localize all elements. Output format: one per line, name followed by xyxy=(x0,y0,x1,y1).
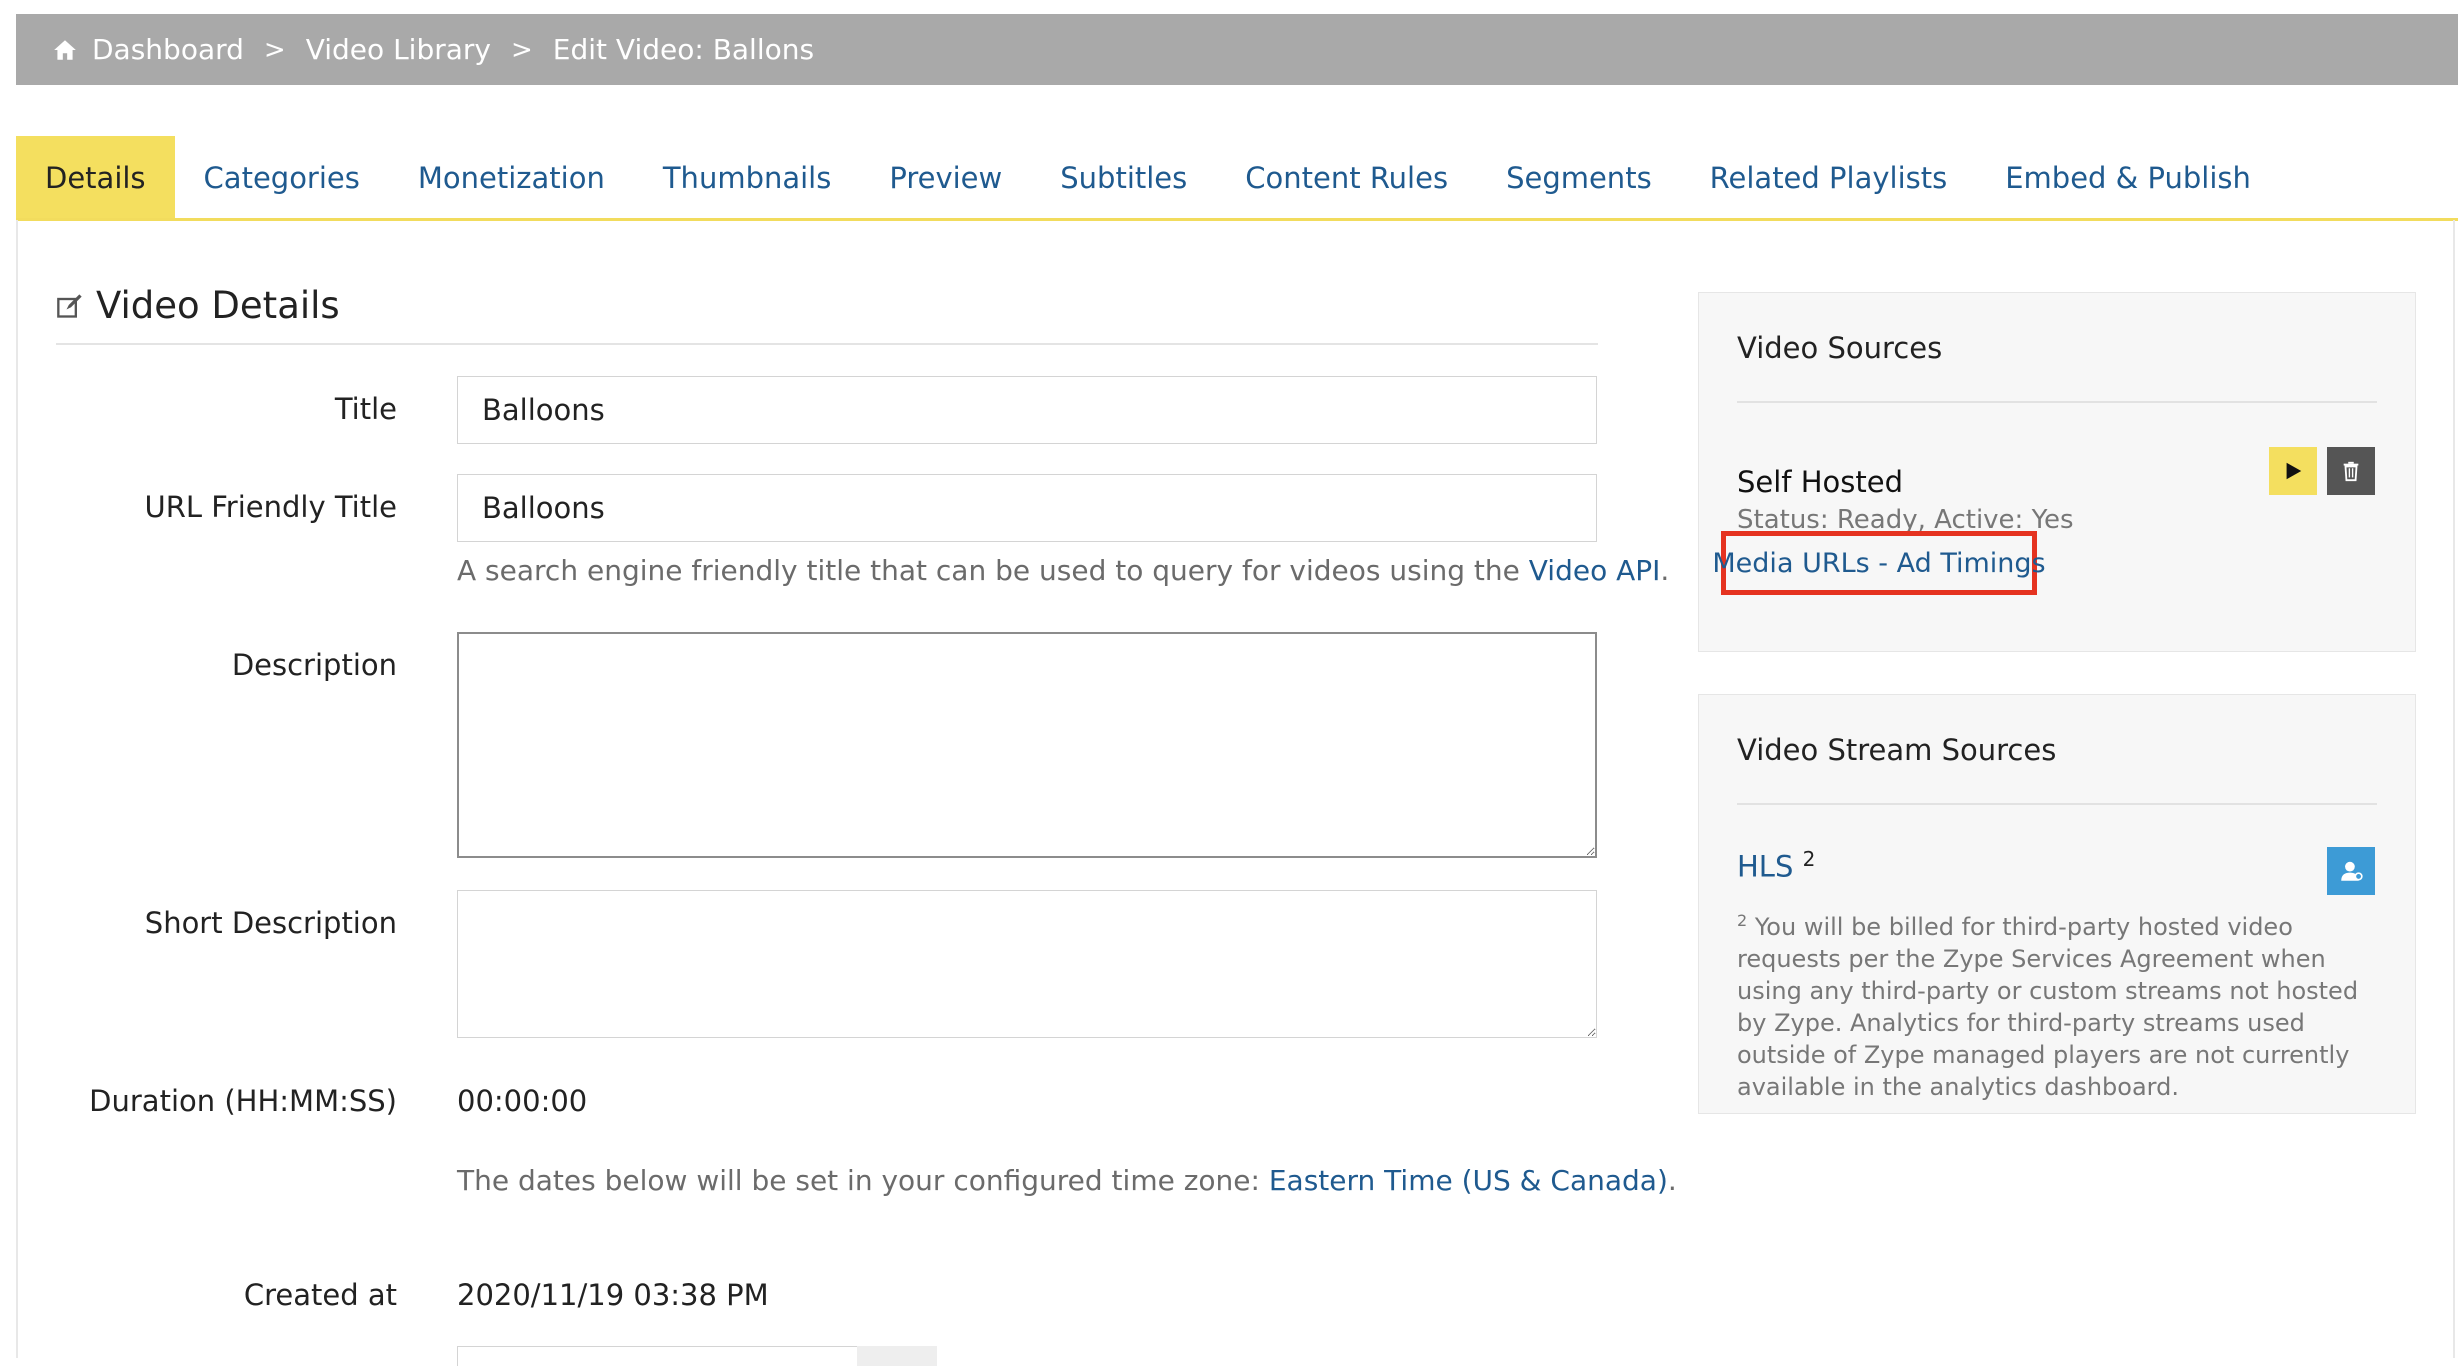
hls-footnote-marker: 2 xyxy=(1802,847,1816,871)
section-title: Video Details xyxy=(56,284,340,327)
video-stream-sources-panel: Video Stream Sources HLS 2 2 You will be… xyxy=(1698,694,2416,1114)
short-description-label: Short Description xyxy=(144,906,397,940)
tab-details[interactable]: Details xyxy=(16,136,175,220)
breadcrumb-dashboard[interactable]: Dashboard xyxy=(92,33,244,66)
trash-icon xyxy=(2343,461,2359,482)
url-help-text: A search engine friendly title that can … xyxy=(457,554,1529,587)
url-title-label: URL Friendly Title xyxy=(144,490,397,524)
tab-categories[interactable]: Categories xyxy=(175,136,389,220)
title-input[interactable] xyxy=(457,376,1597,444)
hls-link[interactable]: HLS xyxy=(1737,850,1793,884)
duration-value: 00:00:00 xyxy=(457,1084,588,1118)
content-border xyxy=(2453,220,2455,1358)
hls-stream-item: HLS 2 xyxy=(1737,847,1815,884)
breadcrumb-video-library[interactable]: Video Library xyxy=(306,33,491,66)
breadcrumb-separator: > xyxy=(263,34,286,65)
short-description-textarea[interactable] xyxy=(457,890,1597,1038)
timezone-help-text: The dates below will be set in your conf… xyxy=(457,1164,1269,1197)
url-help-end: . xyxy=(1660,554,1670,587)
timezone-help: The dates below will be set in your conf… xyxy=(457,1164,1677,1197)
play-icon xyxy=(2286,462,2302,480)
section-title-text: Video Details xyxy=(96,284,340,327)
stream-sources-title: Video Stream Sources xyxy=(1737,733,2057,767)
timezone-link[interactable]: Eastern Time (US & Canada) xyxy=(1269,1164,1668,1197)
tab-segments[interactable]: Segments xyxy=(1477,136,1681,220)
tab-related-playlists[interactable]: Related Playlists xyxy=(1681,136,1977,220)
created-at-label: Created at xyxy=(243,1278,397,1312)
breadcrumb: Dashboard > Video Library > Edit Video: … xyxy=(16,14,2458,85)
video-sources-panel: Video Sources Self Hosted Status: Ready,… xyxy=(1698,292,2416,652)
tab-preview[interactable]: Preview xyxy=(860,136,1031,220)
description-textarea[interactable] xyxy=(457,632,1597,858)
section-divider xyxy=(56,343,1598,345)
tab-monetization[interactable]: Monetization xyxy=(389,136,634,220)
date-input-addon[interactable] xyxy=(857,1346,937,1366)
billing-note-marker: 2 xyxy=(1737,911,1748,930)
panel-divider xyxy=(1737,401,2377,403)
url-title-input[interactable] xyxy=(457,474,1597,542)
media-urls-ad-timings-link[interactable]: Media URLs - Ad Timings xyxy=(1712,531,2046,595)
delete-button[interactable] xyxy=(2327,447,2375,495)
tab-underline xyxy=(16,218,2458,221)
source-name: Self Hosted xyxy=(1737,465,1904,499)
breadcrumb-separator: > xyxy=(510,34,533,65)
content-border xyxy=(16,220,18,1358)
billing-note: 2 You will be billed for third-party hos… xyxy=(1737,905,2377,1103)
play-button[interactable] xyxy=(2269,447,2317,495)
video-api-link[interactable]: Video API xyxy=(1529,554,1661,587)
duration-label: Duration (HH:MM:SS) xyxy=(89,1084,397,1118)
tab-thumbnails[interactable]: Thumbnails xyxy=(634,136,861,220)
tab-subtitles[interactable]: Subtitles xyxy=(1031,136,1216,220)
url-title-help: A search engine friendly title that can … xyxy=(457,554,1669,587)
panel-divider xyxy=(1737,803,2377,805)
created-at-value: 2020/11/19 03:38 PM xyxy=(457,1278,769,1312)
description-label: Description xyxy=(231,648,397,682)
billing-note-text: You will be billed for third-party hoste… xyxy=(1737,913,2359,1101)
user-icon xyxy=(2341,861,2363,881)
tab-content-rules[interactable]: Content Rules xyxy=(1216,136,1477,220)
timezone-help-end: . xyxy=(1667,1164,1677,1197)
home-icon[interactable] xyxy=(52,37,78,63)
title-label: Title xyxy=(334,392,397,426)
breadcrumb-current-page: Edit Video: Ballons xyxy=(552,33,815,66)
tab-embed-publish[interactable]: Embed & Publish xyxy=(1976,136,2280,220)
video-sources-title: Video Sources xyxy=(1737,331,1943,365)
user-stream-button[interactable] xyxy=(2327,847,2375,895)
tab-bar: Details Categories Monetization Thumbnai… xyxy=(16,136,2458,220)
edit-icon xyxy=(57,293,82,318)
